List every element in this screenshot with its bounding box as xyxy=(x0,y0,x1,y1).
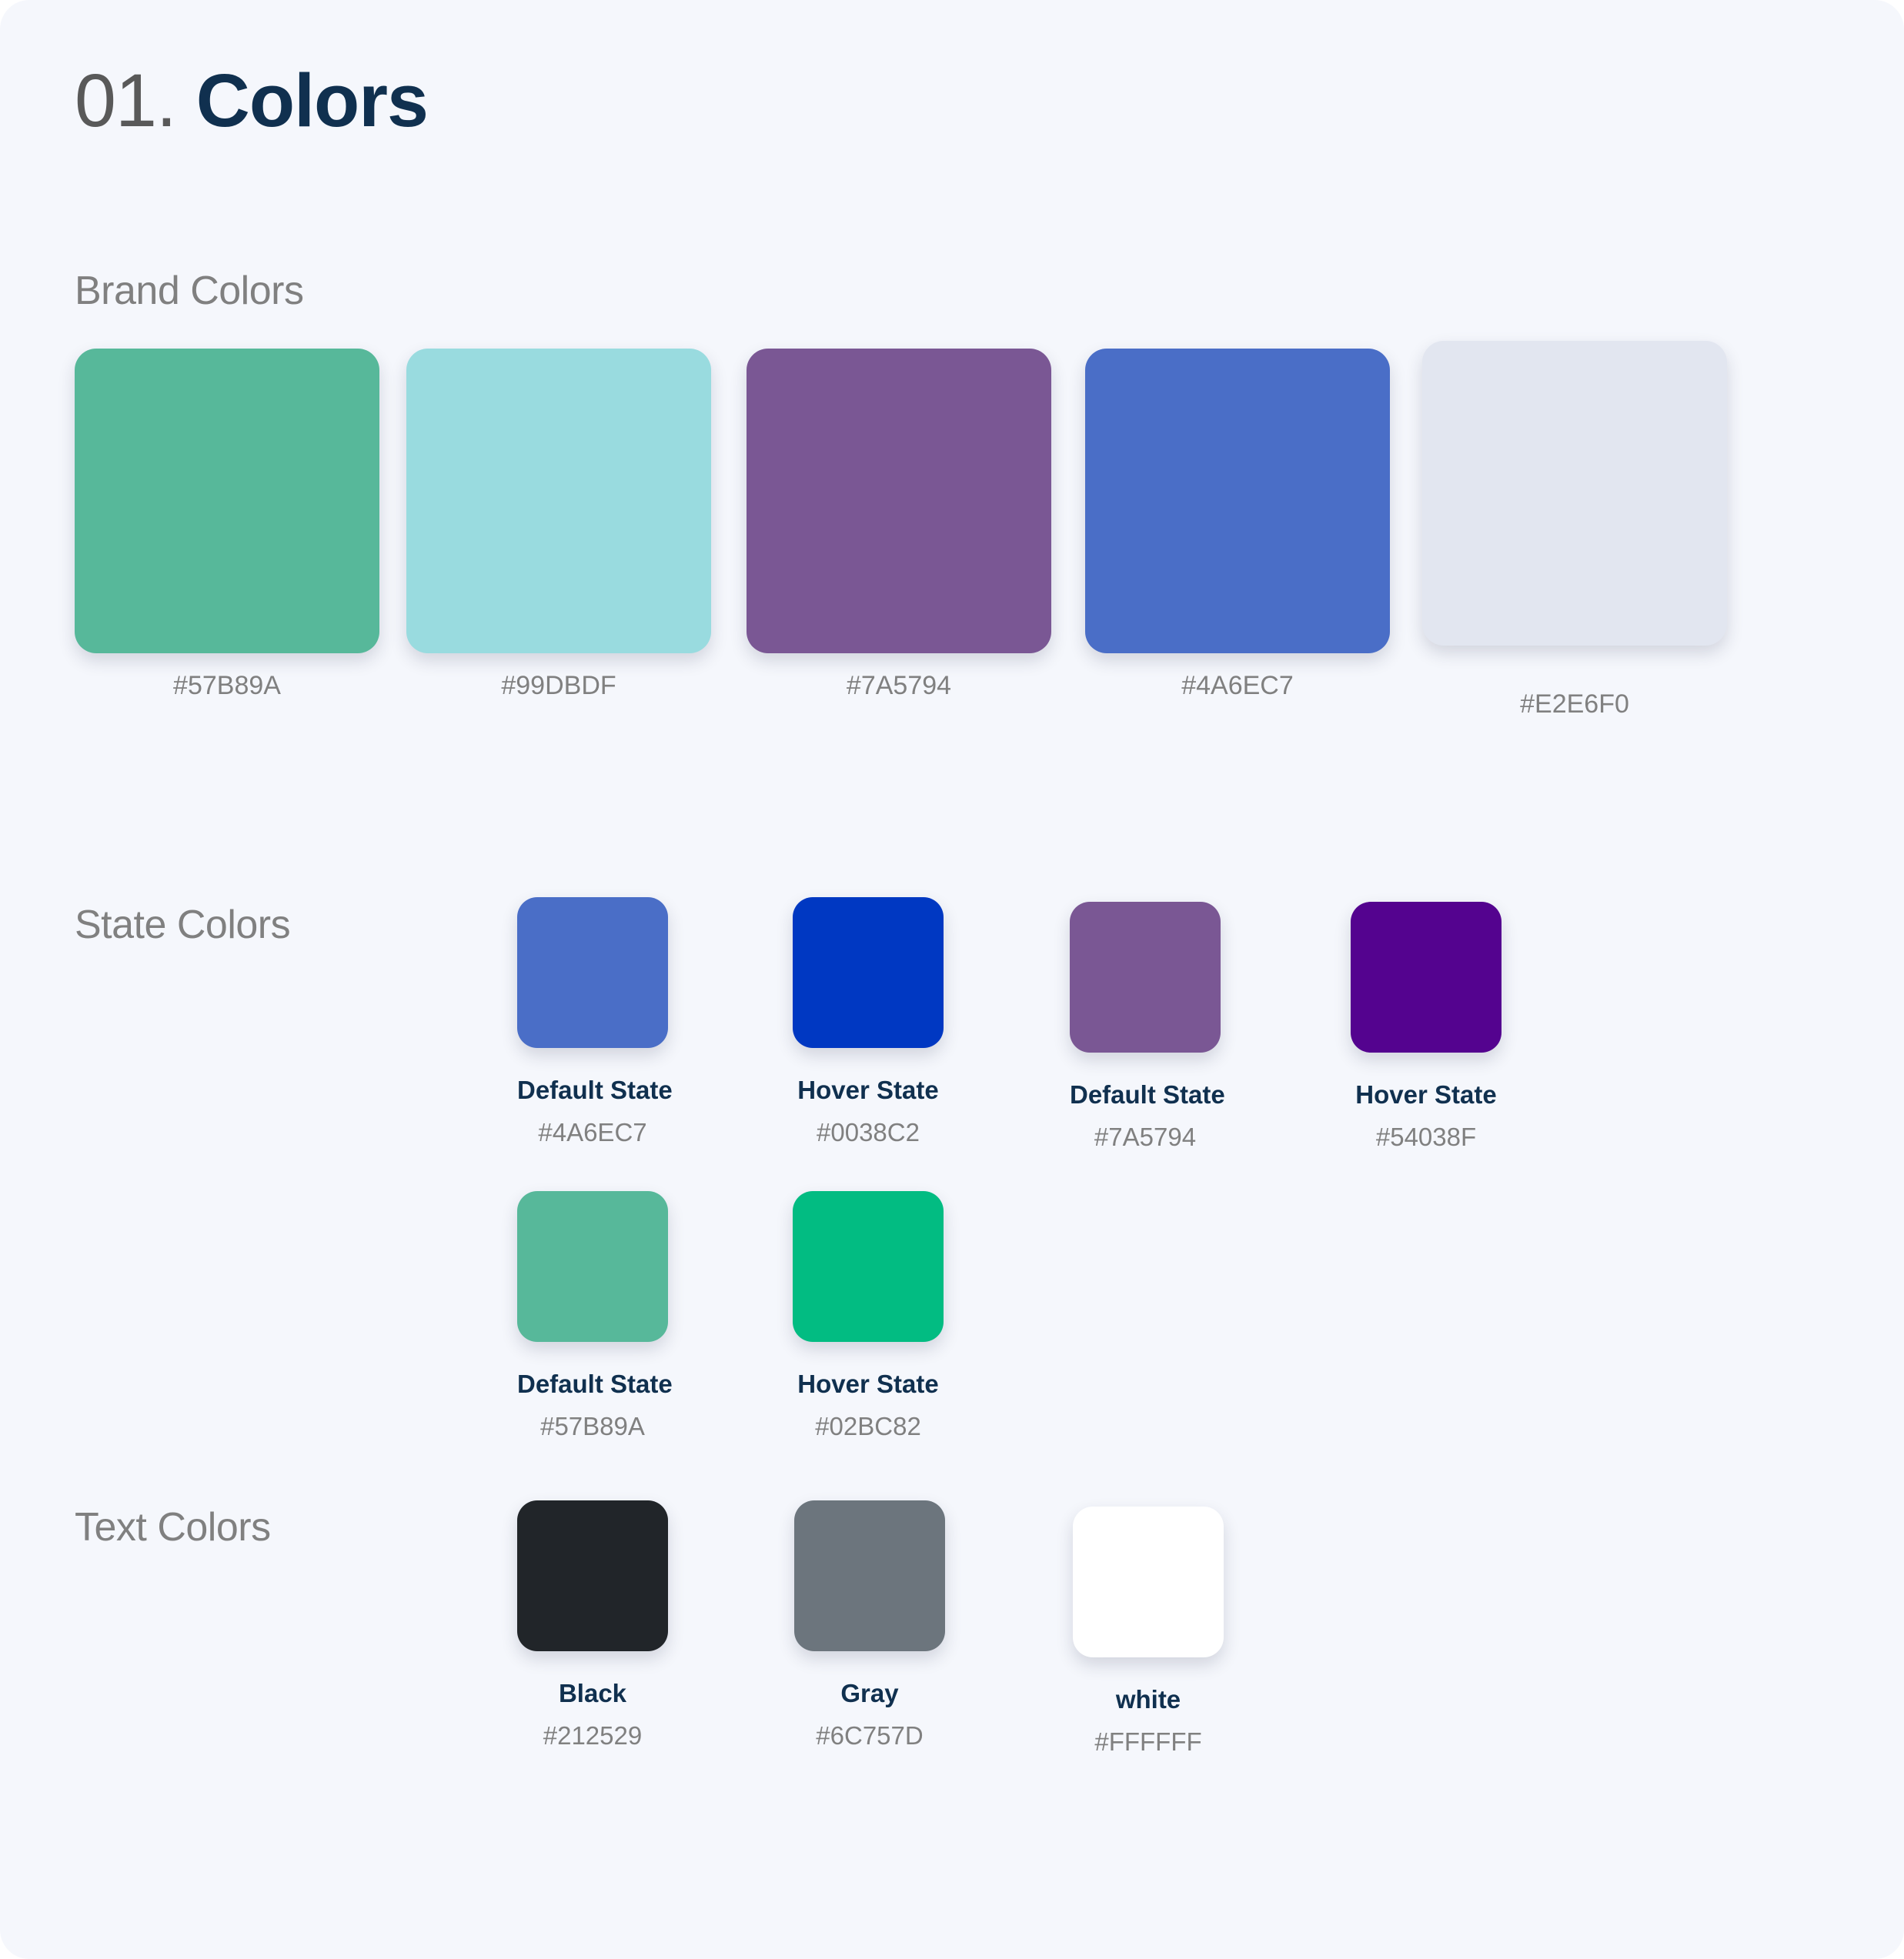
state-swatch-hex: #54038F xyxy=(1375,1123,1477,1151)
text-swatch-hex: #6C757D xyxy=(816,1721,924,1750)
text-swatch[interactable] xyxy=(794,1500,945,1651)
state-swatch-name: Default State xyxy=(517,1076,673,1104)
brand-swatch[interactable] xyxy=(1085,349,1390,653)
state-swatch-hex: #4A6EC7 xyxy=(538,1118,647,1146)
brand-swatch-hex: #E2E6F0 xyxy=(1520,689,1629,719)
text-swatch-hex: #FFFFFF xyxy=(1094,1727,1202,1756)
state-swatch-hex: #0038C2 xyxy=(817,1118,920,1146)
state-swatch-name: Hover State xyxy=(797,1076,939,1104)
brand-swatch-hex: #4A6EC7 xyxy=(1181,671,1294,700)
state-swatch-name: Hover State xyxy=(797,1370,939,1398)
state-swatch[interactable] xyxy=(793,897,944,1048)
text-swatch-name: white xyxy=(1115,1685,1181,1714)
section-heading-brand-colors: Brand Colors xyxy=(75,269,304,313)
text-swatch-name: Gray xyxy=(840,1679,899,1707)
state-swatch[interactable] xyxy=(1351,902,1501,1053)
section-heading-state-colors: State Colors xyxy=(75,903,291,947)
text-swatch-hex: #212529 xyxy=(543,1721,643,1750)
brand-swatch[interactable] xyxy=(1422,341,1727,646)
brand-swatch-hex: #57B89A xyxy=(173,671,281,700)
color-palette-page: 01. Colors Brand Colors State Colors Tex… xyxy=(0,0,1904,1959)
state-swatch[interactable] xyxy=(517,1191,668,1342)
state-swatch-hex: #57B89A xyxy=(540,1412,645,1440)
page-title-word: Colors xyxy=(195,58,429,142)
section-heading-text-colors: Text Colors xyxy=(75,1505,271,1550)
page-title: 01. Colors xyxy=(75,58,429,142)
state-swatch-hex: #7A5794 xyxy=(1094,1123,1197,1151)
brand-swatch[interactable] xyxy=(75,349,379,653)
brand-swatch-hex: #7A5794 xyxy=(846,671,952,700)
text-swatch[interactable] xyxy=(517,1500,668,1651)
state-swatch-name: Default State xyxy=(1070,1080,1225,1109)
brand-swatch-hex: #99DBDF xyxy=(501,671,616,700)
state-swatch-name: Default State xyxy=(517,1370,673,1398)
state-swatch[interactable] xyxy=(793,1191,944,1342)
state-swatch[interactable] xyxy=(517,897,668,1048)
brand-swatch[interactable] xyxy=(747,349,1051,653)
text-swatch[interactable] xyxy=(1073,1507,1224,1657)
state-swatch-hex: #02BC82 xyxy=(815,1412,921,1440)
brand-swatch[interactable] xyxy=(406,349,711,653)
state-swatch-name: Hover State xyxy=(1355,1080,1497,1109)
page-title-number: 01. xyxy=(75,58,177,142)
text-swatch-name: Black xyxy=(558,1679,627,1707)
state-swatch[interactable] xyxy=(1070,902,1221,1053)
